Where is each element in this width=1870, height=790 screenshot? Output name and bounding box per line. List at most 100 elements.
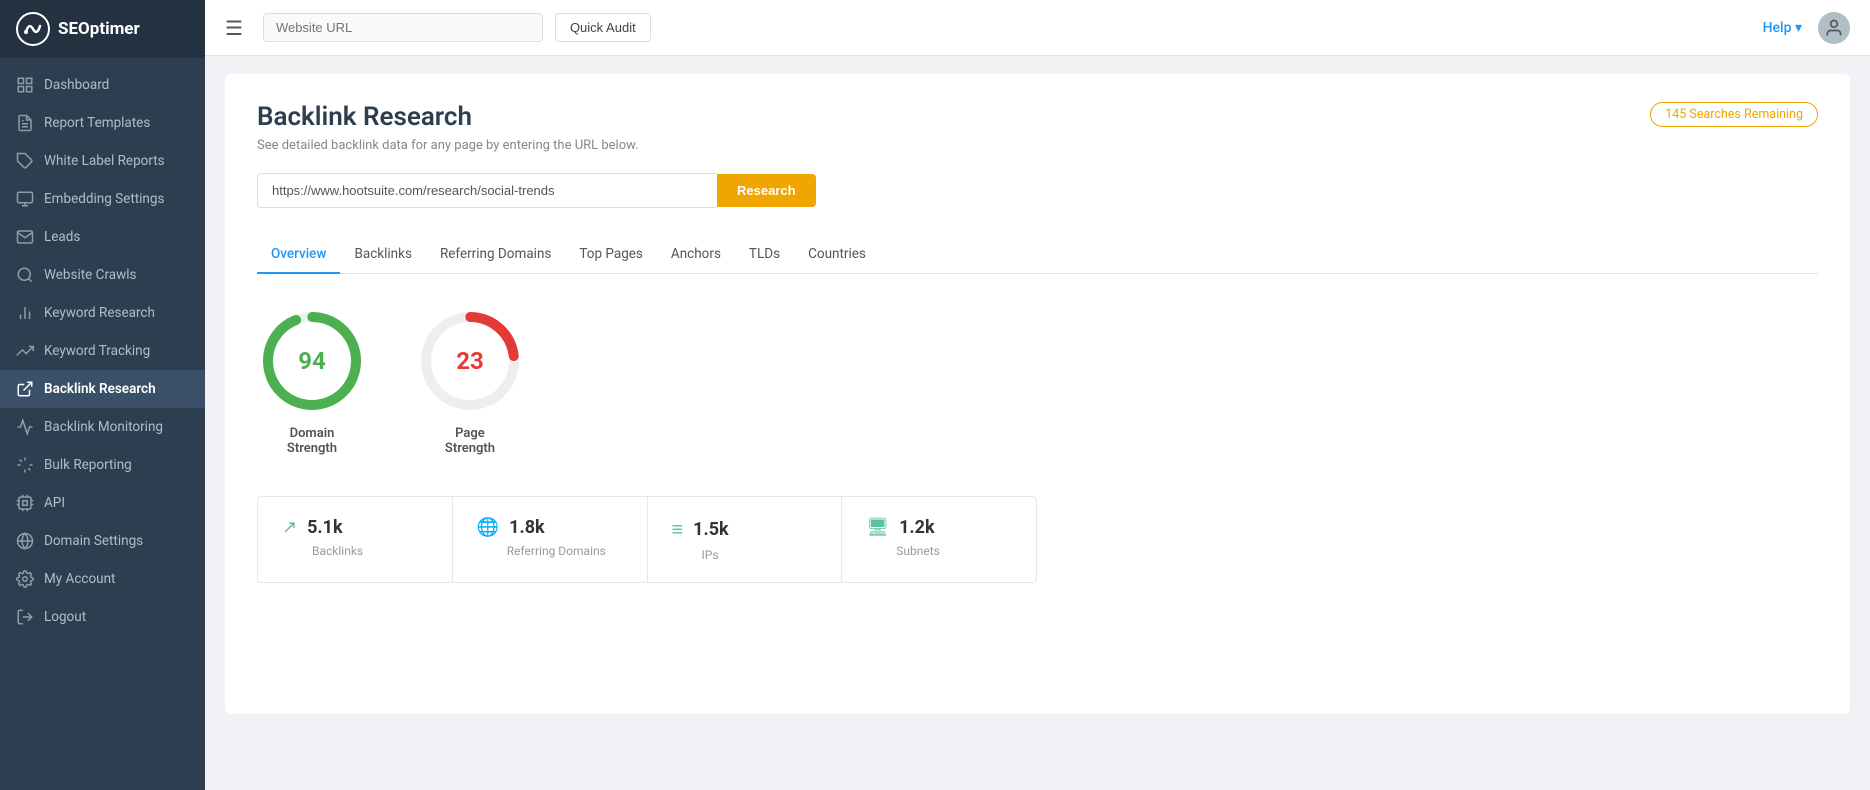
stat-referring-domains-value: 1.8k [509, 517, 545, 538]
stat-backlinks-top: ↗ 5.1k [282, 517, 343, 538]
tabs: Overview Backlinks Referring Domains Top… [257, 236, 1818, 274]
settings-icon [16, 570, 34, 588]
sidebar-item-domain-settings[interactable]: Domain Settings [0, 522, 205, 560]
gauge-domain-strength-label: Domain Strength [287, 426, 337, 456]
tab-referring-domains[interactable]: Referring Domains [426, 236, 565, 274]
sidebar-nav: Dashboard Report Templates White Label R… [0, 58, 205, 790]
stat-referring-domains: 🌐 1.8k Referring Domains [453, 497, 648, 582]
quick-audit-button[interactable]: Quick Audit [555, 13, 651, 42]
sidebar-item-label: Report Templates [44, 115, 150, 131]
stat-backlinks-value: 5.1k [307, 517, 343, 538]
external-link-icon [16, 380, 34, 398]
stat-subnets-value: 1.2k [899, 517, 935, 538]
content-inner: Backlink Research See detailed backlink … [225, 74, 1850, 714]
sidebar-item-backlink-research[interactable]: Backlink Research [0, 370, 205, 408]
subnets-icon: 🖥 [866, 517, 889, 538]
sidebar-item-backlink-monitoring[interactable]: Backlink Monitoring [0, 408, 205, 446]
tag-icon [16, 152, 34, 170]
sidebar-item-label: Embedding Settings [44, 191, 164, 207]
trending-up-icon [16, 342, 34, 360]
content: Backlink Research See detailed backlink … [205, 56, 1870, 790]
user-icon [1824, 18, 1844, 38]
sidebar-item-label: Keyword Tracking [44, 343, 150, 359]
stats-row: ↗ 5.1k Backlinks 🌐 1.8k Referring Domain… [257, 496, 1037, 583]
tab-top-pages[interactable]: Top Pages [565, 236, 657, 274]
sidebar-item-label: Website Crawls [44, 267, 137, 283]
loader-icon [16, 456, 34, 474]
stat-subnets-label: Subnets [896, 544, 940, 558]
sidebar-item-white-label-reports[interactable]: White Label Reports [0, 142, 205, 180]
sidebar-item-report-templates[interactable]: Report Templates [0, 104, 205, 142]
sidebar-item-label: API [44, 495, 65, 511]
stat-backlinks-label: Backlinks [312, 544, 363, 558]
grid-icon [16, 76, 34, 94]
topbar-right: Help ▾ [1763, 12, 1850, 44]
stat-backlinks: ↗ 5.1k Backlinks [258, 497, 453, 582]
user-avatar[interactable] [1818, 12, 1850, 44]
stat-ips: ≡ 1.5k IPs [648, 497, 843, 582]
sidebar-item-label: Backlink Monitoring [44, 419, 163, 435]
sidebar-item-dashboard[interactable]: Dashboard [0, 66, 205, 104]
sidebar-item-keyword-tracking[interactable]: Keyword Tracking [0, 332, 205, 370]
referring-domains-icon: 🌐 [477, 517, 499, 538]
sidebar-item-website-crawls[interactable]: Website Crawls [0, 256, 205, 294]
gauge-domain-strength-value: 94 [298, 347, 326, 375]
sidebar-item-label: Backlink Research [44, 381, 156, 397]
sidebar-item-my-account[interactable]: My Account [0, 560, 205, 598]
page-title: Backlink Research [257, 102, 1818, 132]
stat-referring-domains-top: 🌐 1.8k [477, 517, 545, 538]
gauge-domain-strength: 94 Domain Strength [257, 306, 367, 456]
sidebar-item-label: Keyword Research [44, 305, 155, 321]
hamburger-icon[interactable]: ☰ [225, 16, 243, 40]
search-row: Research [257, 173, 957, 208]
sidebar-item-api[interactable]: API [0, 484, 205, 522]
url-input[interactable] [257, 173, 717, 208]
cpu-icon [16, 494, 34, 512]
sidebar-item-label: White Label Reports [44, 153, 165, 169]
topbar: ☰ Quick Audit Help ▾ [205, 0, 1870, 56]
sidebar-item-embedding-settings[interactable]: Embedding Settings [0, 180, 205, 218]
sidebar-item-leads[interactable]: Leads [0, 218, 205, 256]
sidebar-item-bulk-reporting[interactable]: Bulk Reporting [0, 446, 205, 484]
mail-icon [16, 228, 34, 246]
gauge-page-strength: 23 Page Strength [415, 306, 525, 456]
stat-subnets: 🖥 1.2k Subnets [842, 497, 1036, 582]
bar-chart-icon [16, 304, 34, 322]
tab-countries[interactable]: Countries [794, 236, 880, 274]
page-subtitle: See detailed backlink data for any page … [257, 138, 1818, 153]
stat-subnets-top: 🖥 1.2k [866, 517, 934, 538]
gauge-page-strength-value: 23 [456, 347, 484, 375]
globe-icon [16, 532, 34, 550]
tab-backlinks[interactable]: Backlinks [340, 236, 426, 274]
log-out-icon [16, 608, 34, 626]
sidebar-item-label: My Account [44, 571, 115, 587]
tab-anchors[interactable]: Anchors [657, 236, 735, 274]
file-text-icon [16, 114, 34, 132]
backlinks-icon: ↗ [282, 517, 297, 538]
stat-ips-value: 1.5k [693, 519, 729, 540]
sidebar-item-label: Leads [44, 229, 80, 245]
sidebar-item-logout[interactable]: Logout [0, 598, 205, 636]
gauge-page-strength-label: Page Strength [445, 426, 495, 456]
sidebar-item-label: Dashboard [44, 77, 109, 93]
topbar-url-input[interactable] [263, 13, 543, 42]
main-wrapper: ☰ Quick Audit Help ▾ Backlink Research S… [205, 0, 1870, 790]
research-button[interactable]: Research [717, 174, 816, 207]
gauges-row: 94 Domain Strength 23 [257, 306, 1818, 456]
stat-referring-domains-label: Referring Domains [507, 544, 606, 558]
search-icon [16, 266, 34, 284]
searches-remaining-badge[interactable]: 145 Searches Remaining [1650, 102, 1818, 127]
ips-icon: ≡ [672, 517, 684, 542]
logo-icon [16, 12, 50, 46]
monitor-icon [16, 190, 34, 208]
help-button[interactable]: Help ▾ [1763, 20, 1802, 36]
stat-ips-label: IPs [702, 548, 719, 562]
tab-tlds[interactable]: TLDs [735, 236, 794, 274]
sidebar-item-keyword-research[interactable]: Keyword Research [0, 294, 205, 332]
sidebar-item-label: Domain Settings [44, 533, 143, 549]
sidebar: SEOptimer Dashboard Report Templates Whi… [0, 0, 205, 790]
gauge-domain-strength-canvas: 94 [257, 306, 367, 416]
activity-icon [16, 418, 34, 436]
tab-overview[interactable]: Overview [257, 236, 340, 274]
logo-text: SEOptimer [58, 19, 140, 39]
